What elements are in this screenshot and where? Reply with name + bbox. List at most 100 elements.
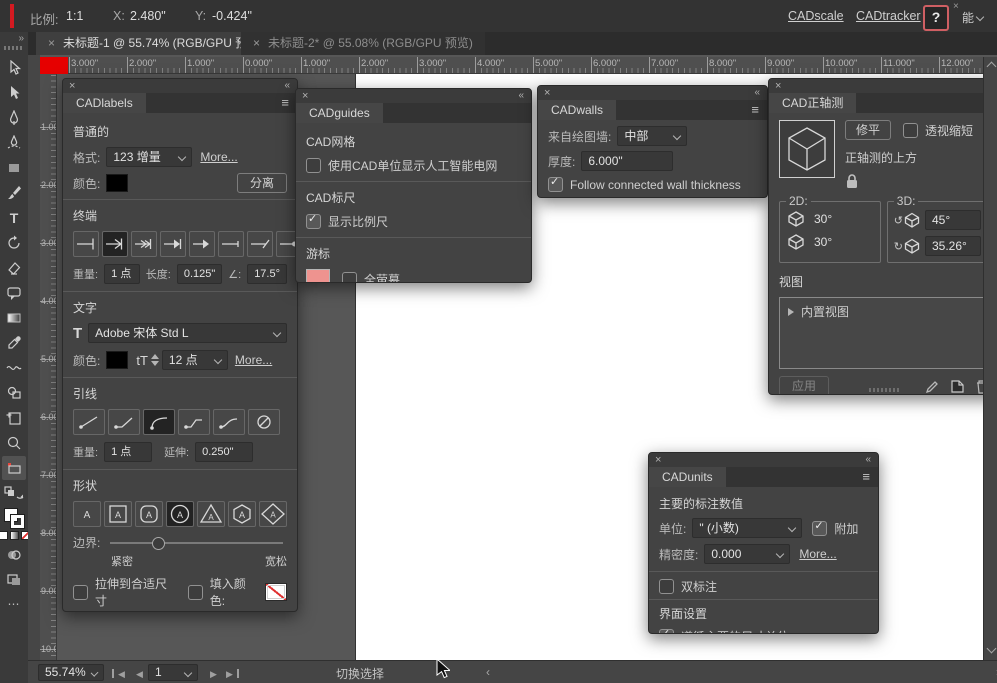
wall-from-dropdown[interactable]: 中部	[617, 126, 687, 146]
append-checkbox[interactable]	[812, 521, 827, 536]
terminal-weight-field[interactable]: 1 点	[104, 264, 140, 284]
horizontal-ruler[interactable]: 3.000"2.000"1.000"0.000"1.000"2.000"3.00…	[40, 57, 983, 74]
tab-cadaxon[interactable]: CAD正轴测	[769, 93, 856, 113]
leader-scurve-button[interactable]	[213, 409, 245, 435]
last-artboard-button[interactable]: ▶	[222, 666, 239, 680]
edit-pencil-icon[interactable]	[925, 379, 940, 394]
cadtracker-link[interactable]: CADtracker	[856, 9, 921, 23]
text-color-swatch[interactable]	[106, 351, 128, 369]
shape-hexagon-button[interactable]: A	[228, 501, 256, 527]
terminal-tick-button[interactable]	[218, 231, 244, 257]
help-button[interactable]: ?	[923, 5, 949, 31]
shape-mode-icon[interactable]	[2, 543, 26, 567]
close-icon[interactable]: ×	[302, 89, 308, 103]
artboard-tool[interactable]	[2, 406, 26, 430]
fill-color-checkbox[interactable]	[188, 585, 203, 600]
grid-checkbox[interactable]	[306, 158, 321, 173]
first-artboard-button[interactable]: ◀	[112, 666, 129, 680]
collapse-icon[interactable]: «	[754, 86, 760, 100]
collapse-icon[interactable]: «	[284, 79, 290, 93]
terminal-bar-button[interactable]	[73, 231, 99, 257]
close-icon[interactable]: ×	[253, 36, 260, 50]
vertical-scrollbar[interactable]	[983, 57, 997, 660]
close-icon[interactable]: ×	[544, 86, 550, 100]
swap-fill-stroke-icon[interactable]	[2, 481, 26, 505]
zoom-level-dropdown[interactable]: 55.74%	[38, 664, 104, 681]
terminal-open-arrow-bar-button-selected[interactable]	[102, 231, 128, 257]
apply-button[interactable]: 应用	[779, 376, 829, 395]
leader-weight-field[interactable]: 1 点	[104, 442, 152, 462]
slider-knob[interactable]	[152, 537, 165, 550]
gradient-button[interactable]	[10, 531, 19, 540]
cursor-color-swatch[interactable]	[306, 269, 330, 283]
tab-cadlabels[interactable]: CADlabels	[63, 93, 146, 113]
fill-stroke-indicator[interactable]	[4, 508, 24, 528]
tab-cadunits[interactable]: CADunits	[649, 467, 726, 487]
color-mode-buttons[interactable]	[0, 531, 30, 540]
leader-none-button[interactable]	[248, 409, 280, 435]
shape-square-button[interactable]: A	[104, 501, 132, 527]
shape-triangle-button[interactable]: A	[197, 501, 225, 527]
terminal-double-arrow-bar-button[interactable]	[131, 231, 157, 257]
follow-units-checkbox[interactable]	[659, 629, 674, 634]
next-artboard-button[interactable]: ▶	[206, 666, 221, 680]
collapse-icon[interactable]: «	[518, 89, 524, 103]
zoom-tool[interactable]	[2, 431, 26, 455]
more-tools-icon[interactable]: ⋯	[8, 597, 21, 611]
tab-cadwalls[interactable]: CADwalls	[538, 100, 616, 120]
ruler-origin-marker[interactable]	[40, 57, 68, 74]
width-tool[interactable]	[2, 356, 26, 380]
shape-circle-button-selected[interactable]: A	[166, 501, 194, 527]
toolbar-grip[interactable]	[4, 46, 24, 50]
collapse-icon[interactable]: «	[865, 453, 871, 467]
direct-selection-tool[interactable]	[2, 56, 26, 80]
toolbar-collapse-icon[interactable]: »	[18, 33, 24, 44]
separate-button[interactable]: 分离	[237, 173, 287, 193]
builtin-views-item[interactable]: 内置视图	[801, 303, 849, 320]
precision-dropdown[interactable]: 0.000	[704, 544, 790, 564]
paintbrush-tool[interactable]	[2, 181, 26, 205]
text-more-link[interactable]: More...	[235, 353, 272, 367]
size-stepper[interactable]	[151, 354, 159, 366]
cadscale-link[interactable]: CADscale	[788, 9, 844, 23]
shaper-tool[interactable]	[2, 156, 26, 180]
follow-wall-checkbox[interactable]	[548, 177, 563, 192]
unit-dropdown[interactable]: " (小数)	[692, 518, 802, 538]
close-icon[interactable]: ×	[953, 1, 959, 12]
bubble-select-tool[interactable]	[2, 281, 26, 305]
lock-icon[interactable]	[845, 173, 859, 189]
label-color-swatch[interactable]	[106, 174, 128, 192]
foreshorten-checkbox[interactable]	[903, 123, 918, 138]
eraser-tool[interactable]	[2, 256, 26, 280]
format-dropdown[interactable]: 123 增量	[106, 147, 192, 167]
scroll-left-arrow-icon[interactable]: ‹	[486, 665, 490, 679]
expander-icon[interactable]	[788, 308, 794, 316]
pen-tool[interactable]	[2, 106, 26, 130]
document-tab-inactive[interactable]: ×未标题-2* @ 55.08% (RGB/GPU 预览)	[241, 32, 485, 55]
text-size-dropdown[interactable]: 12 点	[162, 350, 228, 370]
stepper-down-icon[interactable]	[151, 361, 159, 366]
flatten-button[interactable]: 修平	[845, 120, 891, 140]
fill-none-swatch[interactable]	[265, 583, 287, 601]
vertical-ruler[interactable]: 1.0002.0003.0004.0005.0006.0007.0008.000…	[40, 73, 57, 660]
axon-3d-angle-2-field[interactable]: 35.26°	[925, 236, 981, 256]
extend-field[interactable]: 0.250"	[195, 442, 253, 462]
shape-diamond-button[interactable]: A	[259, 501, 287, 527]
panel-menu-icon[interactable]: ≡	[281, 93, 289, 113]
terminal-filled-arrow-bar-button[interactable]	[160, 231, 186, 257]
leader-zigzag-button[interactable]	[178, 409, 210, 435]
axon-cube-preview[interactable]	[779, 120, 835, 178]
selection-tool[interactable]	[2, 81, 26, 105]
curvature-tool[interactable]	[2, 131, 26, 155]
close-icon[interactable]: ×	[775, 79, 781, 93]
thickness-field[interactable]: 6.000"	[581, 151, 673, 171]
shape-plain-button[interactable]: A	[73, 501, 101, 527]
document-tab-active[interactable]: ×未标题-1 @ 55.74% (RGB/GPU 预览)	[36, 32, 275, 55]
shape-rounded-button[interactable]: A	[135, 501, 163, 527]
stretch-checkbox[interactable]	[73, 585, 88, 600]
tab-cadguides[interactable]: CADguides	[296, 103, 383, 123]
artboard-number-dropdown[interactable]: 1	[148, 664, 198, 681]
font-dropdown[interactable]: Adobe 宋体 Std L	[88, 323, 287, 343]
panel-resize-grip[interactable]	[869, 388, 899, 392]
panel-menu-icon[interactable]: ≡	[751, 100, 759, 120]
